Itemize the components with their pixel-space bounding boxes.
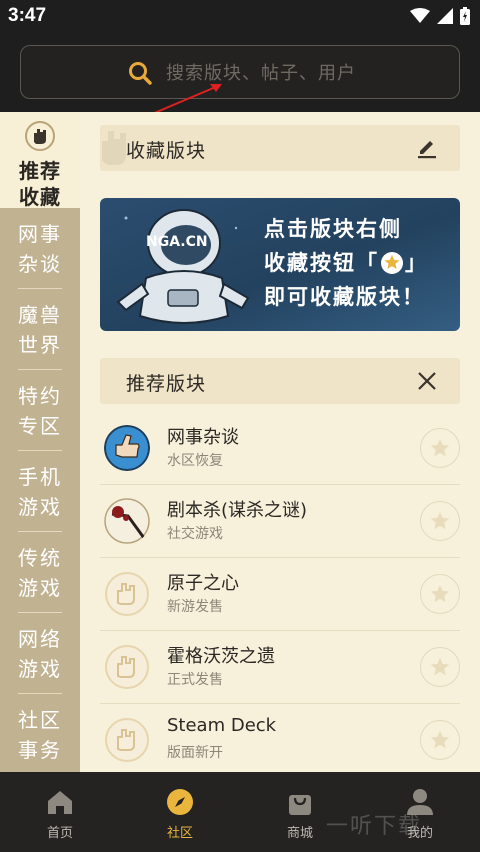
banner-line-2-text: 收藏按钮「 xyxy=(264,251,379,275)
favorite-tip-banner: NGA.CN 点击版块右侧 收藏按钮「 」 即可收藏版块！ xyxy=(100,198,460,331)
star-icon xyxy=(430,511,450,530)
sidebar-item-label: 传统游戏 xyxy=(18,545,62,600)
sidebar-list: 网事杂谈 魔兽世界 特约专区 手机游戏 传统游戏 网络游戏 社区事务 xyxy=(0,208,80,775)
banner-text: 点击版块右侧 收藏按钮「 」 即可收藏版块！ xyxy=(264,212,454,314)
list-item[interactable]: 网事杂谈 水区恢复 xyxy=(100,412,460,485)
wifi-icon xyxy=(410,8,430,23)
sidebar-item[interactable]: 网络游戏 xyxy=(0,613,80,694)
favorites-title: 收藏版块 xyxy=(126,140,207,162)
forum-subtitle: 社交游戏 xyxy=(167,526,223,542)
star-icon xyxy=(430,730,450,749)
banner-line-1: 点击版块右侧 xyxy=(264,217,402,241)
forum-name: 剧本杀(谋杀之谜) xyxy=(167,500,308,521)
forum-name: 原子之心 xyxy=(167,573,239,594)
category-sidebar: 推荐收藏 网事杂谈 魔兽世界 特约专区 手机游戏 传统游戏 网络游戏 社区事务 xyxy=(0,112,80,772)
banner-line-2: 收藏按钮「 」 xyxy=(264,246,454,280)
banner-line-2-end: 」 xyxy=(405,251,428,275)
main-content: 收藏版块 NGA.CN 点击版块右侧 收藏按钮「 」 即可收藏版块！ 推荐版块 … xyxy=(80,112,480,772)
recommended-title: 推荐版块 xyxy=(126,373,207,395)
sidebar-item-label: 特约专区 xyxy=(18,383,62,438)
compass-icon xyxy=(167,789,193,815)
favorite-button[interactable] xyxy=(420,501,460,541)
star-icon xyxy=(430,438,450,457)
astronaut-illustration xyxy=(116,209,250,324)
forum-avatar-icon xyxy=(105,645,149,689)
shopping-bag-icon xyxy=(289,795,311,815)
home-icon xyxy=(48,791,72,814)
favorites-header: 收藏版块 xyxy=(100,125,460,171)
list-item[interactable]: 剧本杀(谋杀之谜) 社交游戏 xyxy=(100,485,460,558)
forum-avatar-icon xyxy=(104,425,150,471)
favorite-button[interactable] xyxy=(420,574,460,614)
forum-avatar-icon xyxy=(105,572,149,616)
favorite-button[interactable] xyxy=(420,647,460,687)
banner-line-3: 即可收藏版块！ xyxy=(264,285,425,309)
forum-subtitle: 版面新开 xyxy=(167,745,223,761)
sidebar-item-label: 社区事务 xyxy=(18,707,62,762)
forum-name: 霍格沃茨之遗 xyxy=(167,646,275,667)
favorite-button[interactable] xyxy=(420,720,460,760)
edit-icon[interactable] xyxy=(416,137,438,159)
tab-label: 首页 xyxy=(46,826,73,841)
star-icon xyxy=(430,584,450,603)
forum-subtitle: 新游发售 xyxy=(167,599,223,615)
search-input[interactable]: 搜索版块、帖子、用户 xyxy=(20,45,460,99)
watermark: 一听下载 xyxy=(326,814,423,839)
status-bar: 3:47 xyxy=(0,0,480,34)
sidebar-item[interactable]: 社区事务 xyxy=(0,694,80,775)
system-icons xyxy=(410,7,470,25)
tab-home[interactable]: 首页 xyxy=(0,772,120,852)
list-item[interactable]: 霍格沃茨之遗 正式发售 xyxy=(100,631,460,704)
sidebar-item[interactable]: 特约专区 xyxy=(0,370,80,451)
favorite-button[interactable] xyxy=(420,428,460,468)
star-icon xyxy=(381,252,403,274)
banner-logo-text: NGA.CN xyxy=(146,234,208,250)
sidebar-item-label: 魔兽世界 xyxy=(18,302,62,357)
search-header: 搜索版块、帖子、用户 xyxy=(0,34,480,112)
list-item[interactable]: Steam Deck 版面新开 xyxy=(100,704,460,772)
status-time: 3:47 xyxy=(8,5,47,26)
sidebar-item[interactable]: 网事杂谈 xyxy=(0,208,80,289)
recommended-header: 推荐版块 xyxy=(100,358,460,404)
sidebar-active-label: 推荐收藏 xyxy=(19,159,61,209)
recommended-list: 网事杂谈 水区恢复 剧本杀(谋杀之谜) 社交游戏 原子之心 新游发售 霍格沃茨之… xyxy=(100,412,460,772)
close-icon[interactable] xyxy=(416,370,438,392)
sidebar-item-label: 手机游戏 xyxy=(18,464,62,519)
tab-community[interactable]: 社区 xyxy=(120,772,240,852)
signal-icon xyxy=(437,8,453,24)
forum-name: 网事杂谈 xyxy=(167,427,239,448)
forum-avatar-icon xyxy=(105,718,149,762)
sidebar-item-recommended[interactable]: 推荐收藏 xyxy=(0,112,80,209)
sidebar-item-label: 网络游戏 xyxy=(18,626,62,681)
forum-avatar-icon xyxy=(104,498,150,544)
sidebar-item[interactable]: 魔兽世界 xyxy=(0,289,80,370)
sidebar-item[interactable]: 传统游戏 xyxy=(0,532,80,613)
forum-subtitle: 正式发售 xyxy=(167,672,223,688)
nga-hand-logo-icon xyxy=(25,121,55,151)
list-item[interactable]: 原子之心 新游发售 xyxy=(100,558,460,631)
sidebar-item[interactable]: 手机游戏 xyxy=(0,451,80,532)
tab-label: 社区 xyxy=(166,826,193,841)
sidebar-item-label: 网事杂谈 xyxy=(18,221,62,276)
forum-name: Steam Deck xyxy=(167,715,277,736)
forum-subtitle: 水区恢复 xyxy=(167,453,223,469)
battery-icon xyxy=(460,7,470,25)
star-icon xyxy=(430,657,450,676)
annotation-arrow xyxy=(151,84,222,115)
